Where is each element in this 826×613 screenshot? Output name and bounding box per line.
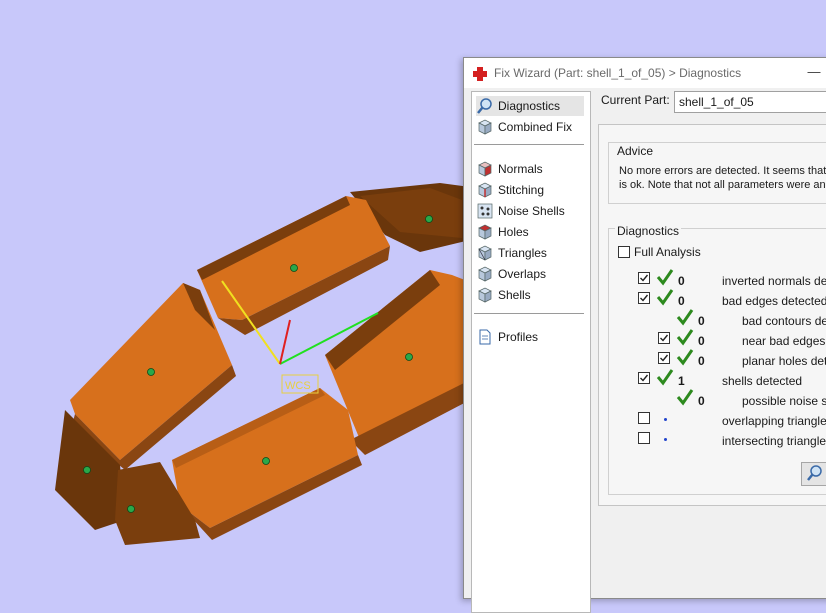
green-check-icon [656, 269, 674, 286]
shell-center-marker [127, 505, 135, 513]
nav-item-label: Noise Shells [498, 204, 565, 218]
diagnostic-count: 0 [678, 274, 685, 288]
nav-item-label: Normals [498, 162, 543, 176]
document-icon [479, 329, 491, 345]
status-dot-icon [664, 418, 667, 421]
green-check-icon [656, 369, 674, 386]
current-part-value: shell_1_of_05 [679, 95, 754, 109]
diagnostic-label: shells detected [722, 374, 803, 388]
overlaps-cube-icon [478, 266, 492, 282]
diagnostic-count: 0 [698, 314, 705, 328]
diagnostic-row-checkbox[interactable] [658, 352, 670, 364]
nav-item-label: Combined Fix [498, 120, 573, 134]
title-bar[interactable]: Fix Wizard (Part: shell_1_of_05) > Diagn… [464, 58, 826, 88]
full-analysis-label: Full Analysis [634, 245, 701, 259]
diagnostic-row-checkbox[interactable] [658, 332, 670, 344]
holes-cube-icon [478, 224, 492, 240]
advice-line-1: No more errors are detected. It seems th… [619, 165, 826, 177]
shells-cube-icon [478, 287, 492, 303]
nav-item-overlaps[interactable]: Overlaps [476, 264, 584, 284]
nav-item-triangles[interactable]: Triangles [476, 243, 584, 263]
window-title: Fix Wizard (Part: shell_1_of_05) > Diagn… [494, 66, 742, 80]
diagnostic-row-checkbox[interactable] [638, 432, 650, 444]
normals-cube-icon [478, 161, 492, 177]
nav-item-label: Holes [498, 225, 529, 239]
nav-divider [474, 144, 584, 145]
diagnostic-row-checkbox[interactable] [638, 412, 650, 424]
nav-item-shells[interactable]: Shells [476, 285, 584, 305]
shell-center-marker [290, 264, 298, 272]
noise-shells-icon [477, 203, 493, 219]
fix-wizard-window: Fix Wizard (Part: shell_1_of_05) > Diagn… [463, 57, 826, 613]
nav-item-label: Diagnostics [498, 99, 561, 113]
nav-item-noise-shells[interactable]: Noise Shells [476, 201, 584, 221]
shell-center-marker [147, 368, 155, 376]
nav-item-profiles[interactable]: Profiles [476, 327, 584, 347]
nav-item-label: Overlaps [498, 267, 547, 281]
diagnostic-count: 0 [698, 394, 705, 408]
analyze-button[interactable] [801, 462, 826, 486]
nav-item-normals[interactable]: Normals [476, 159, 584, 179]
diagnostic-count: 1 [678, 374, 685, 388]
current-part-field[interactable]: shell_1_of_05 [674, 91, 826, 113]
green-check-icon [676, 329, 694, 346]
diagnostic-label: inverted normals detec [722, 274, 826, 288]
diagnostic-label: possible noise she [742, 394, 826, 408]
nav-item-label: Triangles [498, 246, 547, 260]
shell-center-marker [83, 466, 91, 474]
diagnostic-label: overlapping triangles d [722, 414, 826, 428]
diagnostic-label: near bad edges d [742, 334, 826, 348]
status-dot-icon [664, 438, 667, 441]
diagnostic-label: intersecting triangles d [722, 434, 826, 448]
nav-divider [474, 313, 584, 314]
current-part-label: Current Part: [601, 93, 670, 107]
diagnostic-count: 0 [698, 354, 705, 368]
diagnostic-row-checkbox[interactable] [638, 272, 650, 284]
nav-item-label: Profiles [498, 330, 539, 344]
magnifier-icon [477, 98, 492, 114]
wizard-nav: Diagnostics Combined Fix Normals Stitchi… [471, 91, 591, 613]
nav-item-stitching[interactable]: Stitching [476, 180, 584, 200]
triangles-icon [478, 245, 492, 261]
nav-item-diagnostics[interactable]: Diagnostics [476, 96, 584, 116]
nav-item-holes[interactable]: Holes [476, 222, 584, 242]
diagnostic-count: 0 [678, 294, 685, 308]
magnifier-icon [807, 465, 822, 481]
nav-item-label: Shells [498, 288, 531, 302]
green-check-icon [676, 389, 694, 406]
nav-item-label: Stitching [498, 183, 545, 197]
full-analysis-checkbox[interactable] [618, 246, 630, 258]
green-check-icon [656, 289, 674, 306]
shell-center-marker [262, 457, 270, 465]
wcs-label: WCS [285, 380, 311, 392]
red-cross-icon [473, 67, 487, 81]
nav-item-combined-fix[interactable]: Combined Fix [476, 117, 584, 137]
diagnostic-label: bad edges detected [722, 294, 826, 308]
advice-title: Advice [615, 144, 656, 158]
diagnostic-count: 0 [698, 334, 705, 348]
diagnostics-title: Diagnostics [615, 224, 682, 238]
diagnostic-row-checkbox[interactable] [638, 372, 650, 384]
diagnostic-label: bad contours dete [742, 314, 826, 328]
stitching-cube-icon [478, 182, 492, 198]
wcs-z-axis [279, 319, 291, 365]
advice-line-2: is ok. Note that not all parameters were… [619, 179, 826, 191]
shell-center-marker [425, 215, 433, 223]
shell-center-marker [405, 353, 413, 361]
green-check-icon [676, 309, 694, 326]
diagnostic-row-checkbox[interactable] [638, 292, 650, 304]
green-check-icon [676, 349, 694, 366]
minimize-button[interactable]: — [802, 62, 826, 84]
cube-icon [478, 119, 492, 135]
diagnostic-label: planar holes detec [742, 354, 826, 368]
advice-text: No more errors are detected. It seems th… [619, 164, 826, 192]
